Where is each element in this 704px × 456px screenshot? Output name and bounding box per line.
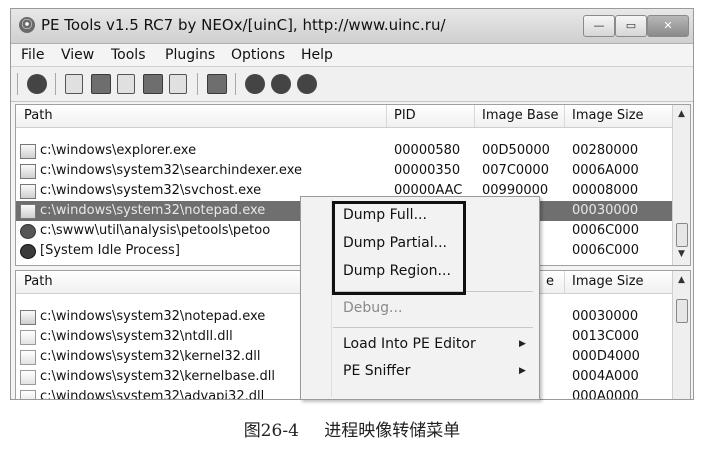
module-image-size: 000A0000: [572, 389, 639, 400]
module-path: c:\windows\system32\notepad.exe: [40, 309, 266, 324]
column-path[interactable]: Path: [24, 274, 53, 289]
column-divider[interactable]: [564, 105, 565, 127]
process-pid: 00000350: [394, 163, 461, 178]
module-image-size: 000D4000: [572, 349, 640, 364]
toolbar-separator: [55, 73, 56, 95]
process-path: c:\windows\system32\svchost.exe: [40, 183, 262, 198]
module-path: c:\windows\system32\kernel32.dll: [40, 349, 261, 364]
column-image-base[interactable]: e: [546, 274, 554, 289]
menu-item-label: Debug...: [343, 300, 403, 316]
dll-icon: [20, 350, 36, 365]
menu-item-label: PE Sniffer: [343, 363, 411, 379]
module-list-scrollbar[interactable]: ▲: [672, 271, 690, 399]
process-image-size: 00008000: [572, 183, 639, 198]
menu-bar: File View Tools Plugins Options Help: [11, 44, 693, 66]
menu-tools[interactable]: Tools: [111, 47, 146, 63]
table-row[interactable]: c:\windows\system32\searchindexer.exe 00…: [16, 161, 672, 181]
column-divider[interactable]: [564, 271, 565, 293]
rebuild-icon[interactable]: [143, 74, 163, 94]
dll-icon: [20, 330, 36, 345]
menu-view[interactable]: View: [61, 47, 94, 63]
process-image-size: 00030000: [572, 203, 639, 218]
menu-item-debug[interactable]: Debug...: [301, 297, 539, 321]
table-row[interactable]: c:\windows\explorer.exe 00000580 00D5000…: [16, 141, 672, 161]
scroll-up-icon[interactable]: ▲: [673, 109, 690, 123]
web-icon[interactable]: [271, 74, 291, 94]
folder-icon: [20, 144, 36, 159]
process-image-size: 00280000: [572, 143, 639, 158]
process-image-size: 0006C000: [572, 243, 639, 258]
dll-icon: [20, 390, 36, 399]
process-image-size: 0006A000: [572, 163, 639, 178]
toolbar-separator: [197, 73, 198, 95]
toolbar: [11, 66, 693, 102]
column-path[interactable]: Path: [24, 108, 53, 123]
column-divider[interactable]: [386, 105, 387, 127]
module-path: c:\windows\system32\advapi32.dll: [40, 389, 265, 400]
dll-icon: [20, 370, 36, 385]
process-path: c:\windows\system32\searchindexer.exe: [40, 163, 302, 178]
menu-item-load-into-pe-editor[interactable]: Load Into PE Editor ▶: [301, 333, 539, 357]
module-path: c:\windows\system32\kernelbase.dll: [40, 369, 275, 384]
plugins-icon[interactable]: [245, 74, 265, 94]
menu-item-label: Load Into PE Editor: [343, 336, 476, 352]
module-path: c:\windows\system32\ntdll.dll: [40, 329, 233, 344]
dump-icon[interactable]: [65, 74, 83, 94]
title-bar[interactable]: ⦿ PE Tools v1.5 RC7 by NEOx/[uinC], http…: [11, 9, 693, 44]
help-icon[interactable]: [297, 74, 317, 94]
submenu-arrow-icon: ▶: [519, 366, 526, 376]
menu-options[interactable]: Options: [231, 47, 285, 63]
process-image-base: 00D50000: [482, 143, 550, 158]
figure-caption: 图26-4 进程映像转储菜单: [0, 416, 704, 441]
menu-item-pe-sniffer[interactable]: PE Sniffer ▶: [301, 360, 539, 384]
pe-editor-icon[interactable]: [91, 74, 111, 94]
module-image-size: 0004A000: [572, 369, 639, 384]
process-list-header: Path PID Image Base Image Size: [16, 105, 672, 128]
options-icon[interactable]: [27, 74, 47, 94]
process-list-scrollbar[interactable]: ▲ ▼: [672, 105, 690, 265]
process-path: c:\windows\system32\notepad.exe: [40, 203, 266, 218]
process-image-base: 007C0000: [482, 163, 549, 178]
menu-separator: [333, 327, 533, 328]
process-path: c:\swww\util\analysis\petools\petoo: [40, 223, 271, 238]
column-pid[interactable]: PID: [394, 108, 416, 123]
toolbar-separator: [235, 73, 236, 95]
column-image-base[interactable]: Image Base: [482, 108, 559, 123]
highlight-box: [332, 201, 466, 295]
sniffer-icon[interactable]: [169, 74, 187, 94]
scroll-down-icon[interactable]: ▼: [673, 249, 690, 263]
system-process-icon: [20, 244, 36, 259]
maximize-button[interactable]: ▭: [615, 15, 647, 37]
window-title: PE Tools v1.5 RC7 by NEOx/[uinC], http:/…: [41, 16, 446, 34]
window-icon: [20, 184, 36, 199]
column-image-size[interactable]: Image Size: [572, 274, 644, 289]
submenu-arrow-icon: ▶: [519, 339, 526, 349]
app-icon: ⦿: [19, 17, 35, 33]
column-image-size[interactable]: Image Size: [572, 108, 644, 123]
toolbar-separator: [17, 73, 18, 95]
process-image-size: 0006C000: [572, 223, 639, 238]
scroll-thumb[interactable]: [676, 299, 688, 323]
process-path: [System Idle Process]: [40, 243, 180, 258]
figure-number: 图26-4: [243, 421, 299, 441]
menu-plugins[interactable]: Plugins: [165, 47, 215, 63]
list-icon[interactable]: [207, 74, 227, 94]
menu-help[interactable]: Help: [301, 47, 333, 63]
minimize-button[interactable]: —: [583, 15, 615, 37]
menu-file[interactable]: File: [21, 47, 44, 63]
window-icon: [20, 164, 36, 179]
module-image-size: 0013C000: [572, 329, 639, 344]
scroll-up-icon[interactable]: ▲: [673, 275, 690, 289]
scroll-thumb[interactable]: [676, 223, 688, 247]
process-icon[interactable]: [117, 74, 135, 94]
process-path: c:\windows\explorer.exe: [40, 143, 197, 158]
column-divider[interactable]: [474, 105, 475, 127]
notepad-icon: [20, 310, 36, 325]
figure-title: 进程映像转储菜单: [324, 421, 461, 441]
notepad-icon: [20, 204, 36, 219]
module-image-size: 00030000: [572, 309, 639, 324]
process-pid: 00000580: [394, 143, 461, 158]
petools-icon: [20, 224, 36, 239]
close-button[interactable]: ✕: [647, 15, 689, 37]
